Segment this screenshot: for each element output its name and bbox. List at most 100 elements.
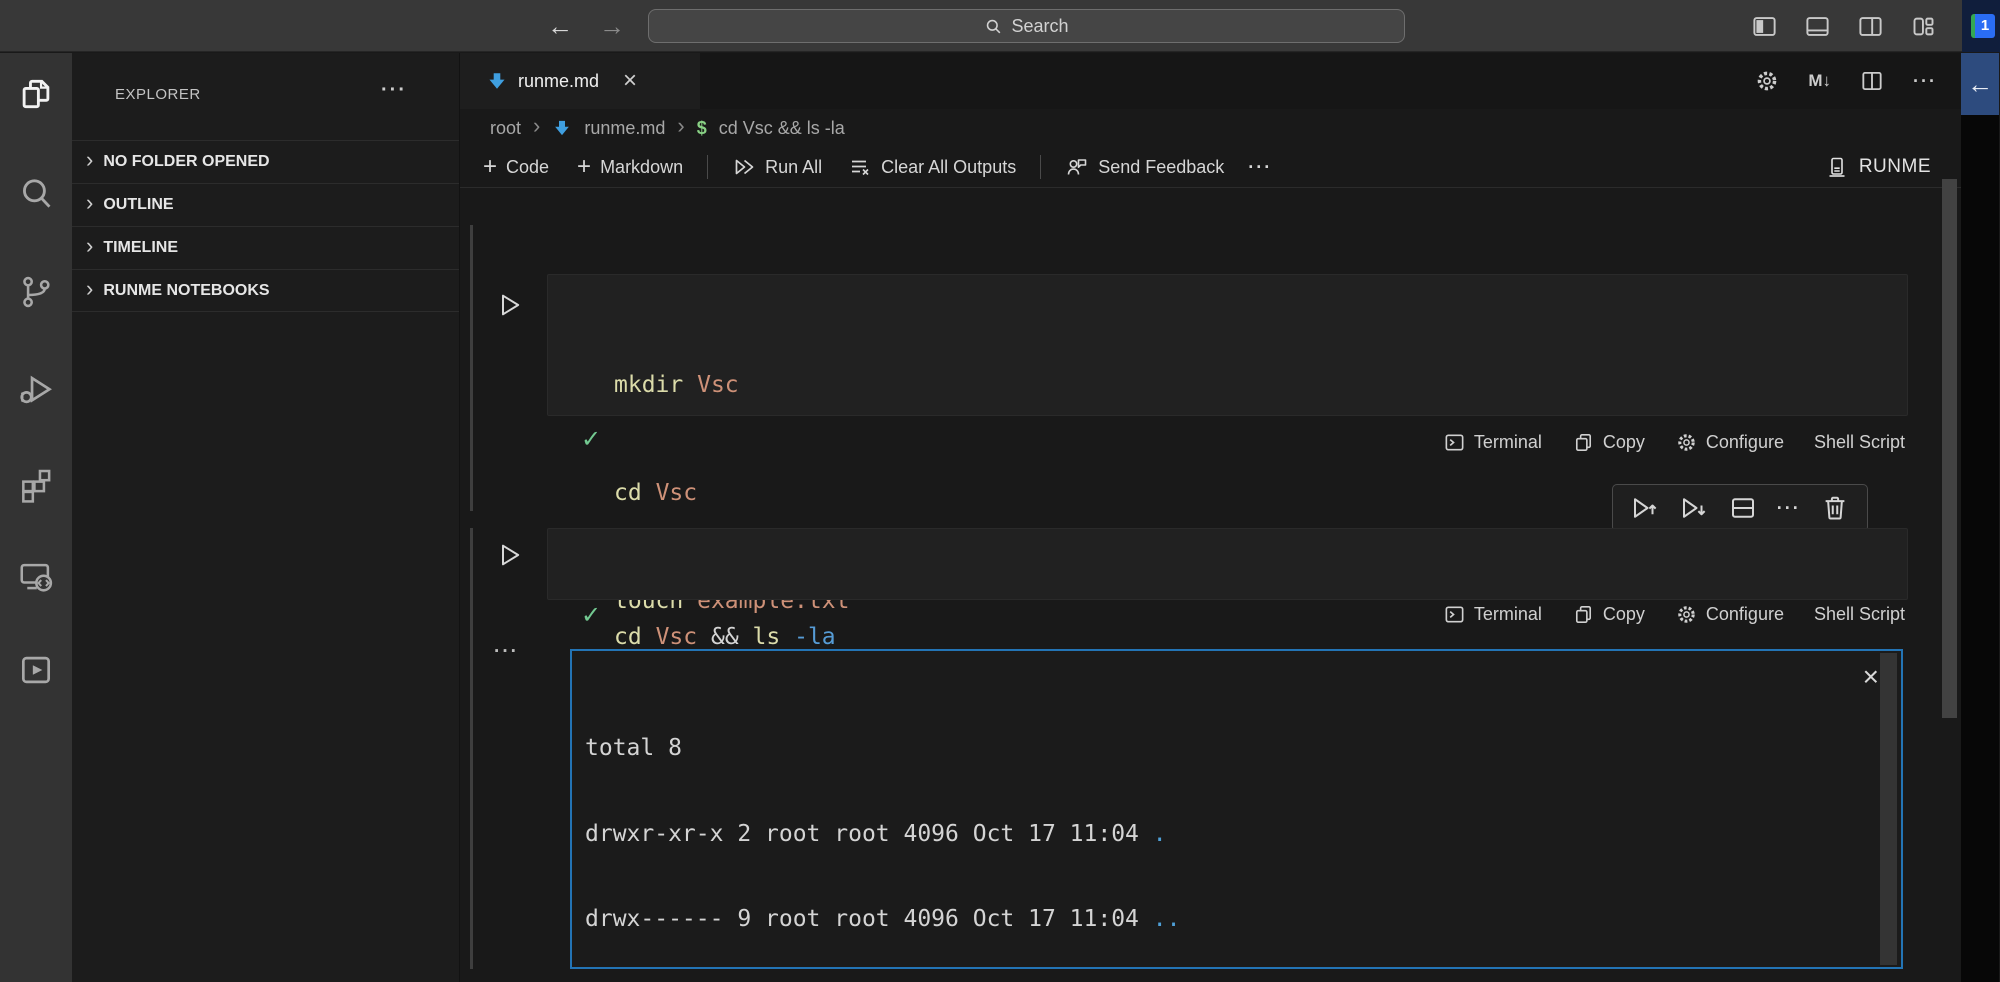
back-button[interactable]: ← xyxy=(542,8,578,44)
clear-all-outputs-label: Clear All Outputs xyxy=(881,157,1016,178)
command-center-search[interactable]: Search xyxy=(648,9,1405,43)
terminal-label: Terminal xyxy=(1474,432,1542,453)
language-label: Shell Script xyxy=(1814,604,1905,625)
toolbar-separator xyxy=(1040,155,1041,179)
clear-all-outputs-button[interactable]: Clear All Outputs xyxy=(848,155,1016,179)
forward-button[interactable]: → xyxy=(594,8,630,44)
breadcrumb-root[interactable]: root xyxy=(490,118,521,139)
toolbar-more-icon[interactable]: ··· xyxy=(1248,157,1272,178)
explorer-icon[interactable] xyxy=(17,75,55,113)
run-all-button[interactable]: Run All xyxy=(732,155,822,179)
tab-label: runme.md xyxy=(518,71,599,92)
output-line: total 8 xyxy=(585,734,1305,763)
back-icon: ← xyxy=(547,11,573,41)
runme-file-icon xyxy=(486,70,508,92)
remote-explorer-icon[interactable] xyxy=(17,558,55,596)
toggle-primary-sidebar-icon[interactable] xyxy=(1751,13,1778,40)
configure-button[interactable]: Configure xyxy=(1675,603,1784,626)
copy-button[interactable]: Copy xyxy=(1572,431,1645,454)
terminal-icon xyxy=(1443,431,1466,454)
close-output-icon[interactable]: × xyxy=(1863,663,1879,691)
sidebar-section-timeline[interactable]: › TIMELINE xyxy=(72,226,459,269)
copy-label: Copy xyxy=(1603,432,1645,453)
send-feedback-icon xyxy=(1065,155,1089,179)
sidebar-header: EXPLORER ··· xyxy=(72,53,459,123)
output-menu-icon[interactable]: ··· xyxy=(494,641,519,663)
search-label: Search xyxy=(1011,16,1068,37)
cell-output-terminal[interactable]: total 8 drwxr-xr-x 2 root root 4096 Oct … xyxy=(570,649,1903,969)
run-cell-button[interactable] xyxy=(496,291,524,319)
split-editor-icon[interactable] xyxy=(1859,68,1885,94)
toolbar-divider xyxy=(460,187,1961,188)
execute-cell-and-below-icon[interactable] xyxy=(1679,493,1709,523)
explorer-sidebar: EXPLORER ··· › NO FOLDER OPENED › OUTLIN… xyxy=(72,53,460,982)
code-cell-editor[interactable]: mkdir Vsc cd Vsc touch example.txt xyxy=(547,274,1908,416)
open-terminal-button[interactable]: Terminal xyxy=(1443,603,1542,626)
editor-scrollbar[interactable] xyxy=(1942,179,1957,718)
code-line: mkdir Vsc xyxy=(614,367,849,403)
source-control-icon[interactable] xyxy=(17,273,55,311)
open-terminal-button[interactable]: Terminal xyxy=(1443,431,1542,454)
calendar-badge-icon[interactable]: 1 xyxy=(1971,14,1995,38)
customize-layout-icon[interactable] xyxy=(1910,13,1937,40)
vscode-window: ← → Search 1 xyxy=(0,0,2000,982)
output-scrollbar[interactable] xyxy=(1880,653,1897,965)
runme-notebooks-view-icon[interactable] xyxy=(17,651,55,689)
search-view-icon[interactable] xyxy=(17,175,55,213)
split-cell-icon[interactable] xyxy=(1728,493,1758,523)
success-check-icon: ✓ xyxy=(581,425,601,454)
adjacent-window-corner: 1 xyxy=(1962,0,2000,52)
terminal-label: Terminal xyxy=(1474,604,1542,625)
chevron-right-icon: › xyxy=(86,190,93,216)
search-icon xyxy=(984,17,1003,36)
cell-more-actions-icon[interactable]: ··· xyxy=(1777,498,1801,519)
markdown-preview-icon[interactable]: M↓ xyxy=(1808,71,1831,91)
sidebar-section-runme-notebooks[interactable]: › RUNME NOTEBOOKS xyxy=(72,269,459,312)
language-picker[interactable]: Shell Script xyxy=(1814,604,1905,625)
sidebar-section-outline[interactable]: › OUTLINE xyxy=(72,183,459,226)
adjacent-back-button[interactable]: ← xyxy=(1961,53,1999,115)
send-feedback-button[interactable]: Send Feedback xyxy=(1065,155,1224,179)
cell-hover-toolbar: ··· xyxy=(1612,484,1868,532)
gear-icon xyxy=(1675,431,1698,454)
run-all-icon xyxy=(732,155,756,179)
toggle-secondary-sidebar-icon[interactable] xyxy=(1857,13,1884,40)
more-actions-icon[interactable]: ··· xyxy=(1913,71,1937,92)
chevron-right-icon: › xyxy=(533,113,540,139)
tab-close-icon[interactable]: × xyxy=(623,71,637,91)
runme-brand-label: RUNME xyxy=(1859,156,1931,178)
configure-button[interactable]: Configure xyxy=(1675,431,1784,454)
run-debug-icon[interactable] xyxy=(17,371,55,409)
plus-icon: + xyxy=(577,153,591,181)
extensions-icon[interactable] xyxy=(17,465,55,503)
sidebar-section-no-folder-opened[interactable]: › NO FOLDER OPENED xyxy=(72,140,459,183)
cell-focus-indicator xyxy=(470,528,473,969)
language-label: Shell Script xyxy=(1814,432,1905,453)
breadcrumb-command[interactable]: cd Vsc && ls -la xyxy=(719,118,845,139)
terminal-icon xyxy=(1443,603,1466,626)
delete-cell-icon[interactable] xyxy=(1820,493,1850,523)
toggle-panel-icon[interactable] xyxy=(1804,13,1831,40)
gear-icon[interactable] xyxy=(1754,68,1780,94)
tab-runme-md[interactable]: runme.md × xyxy=(460,53,700,109)
chevron-right-icon: › xyxy=(86,233,93,259)
configure-label: Configure xyxy=(1706,604,1784,625)
language-picker[interactable]: Shell Script xyxy=(1814,432,1905,453)
editor-group: runme.md × M↓ ··· root › xyxy=(460,53,1961,982)
output-line: drwx------ 9 root root 4096 Oct 17 11:04… xyxy=(585,905,1305,934)
run-cell-button[interactable] xyxy=(496,541,524,569)
breadcrumb-file[interactable]: runme.md xyxy=(584,118,665,139)
section-label: RUNME NOTEBOOKS xyxy=(103,282,269,300)
copy-button[interactable]: Copy xyxy=(1572,603,1645,626)
add-markdown-label: Markdown xyxy=(600,157,683,178)
runme-brand[interactable]: RUNME xyxy=(1825,147,1931,187)
execute-above-cells-icon[interactable] xyxy=(1630,493,1660,523)
breadcrumb: root › runme.md › $ cd Vsc && ls -la xyxy=(460,109,1961,147)
add-markdown-cell-button[interactable]: + Markdown xyxy=(577,153,683,181)
cell-focus-indicator xyxy=(470,225,473,511)
add-code-cell-button[interactable]: + Code xyxy=(483,153,549,181)
code-cell-editor[interactable]: cd Vsc && ls -la xyxy=(547,528,1908,600)
send-feedback-label: Send Feedback xyxy=(1098,157,1224,178)
sidebar-more-actions-icon[interactable]: ··· xyxy=(381,79,407,102)
chevron-right-icon: › xyxy=(86,147,93,173)
